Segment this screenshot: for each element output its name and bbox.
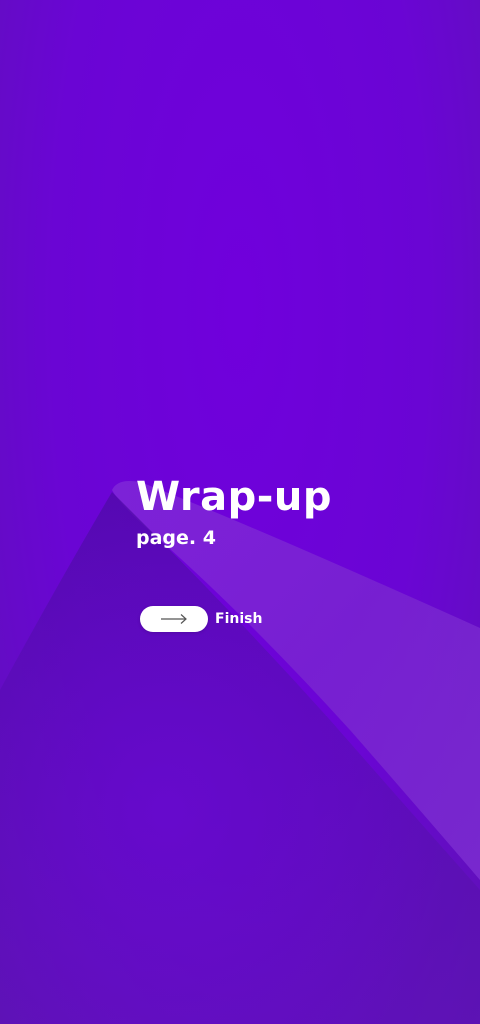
finish-label[interactable]: Finish — [215, 611, 262, 627]
page-title: Wrap-up — [136, 474, 332, 520]
arrow-right-icon — [161, 614, 187, 624]
finish-row: Finish — [140, 606, 262, 632]
content-block: Wrap-up page. 4 — [136, 474, 332, 550]
page-subtitle: page. 4 — [136, 527, 216, 549]
finish-button[interactable] — [140, 606, 208, 632]
